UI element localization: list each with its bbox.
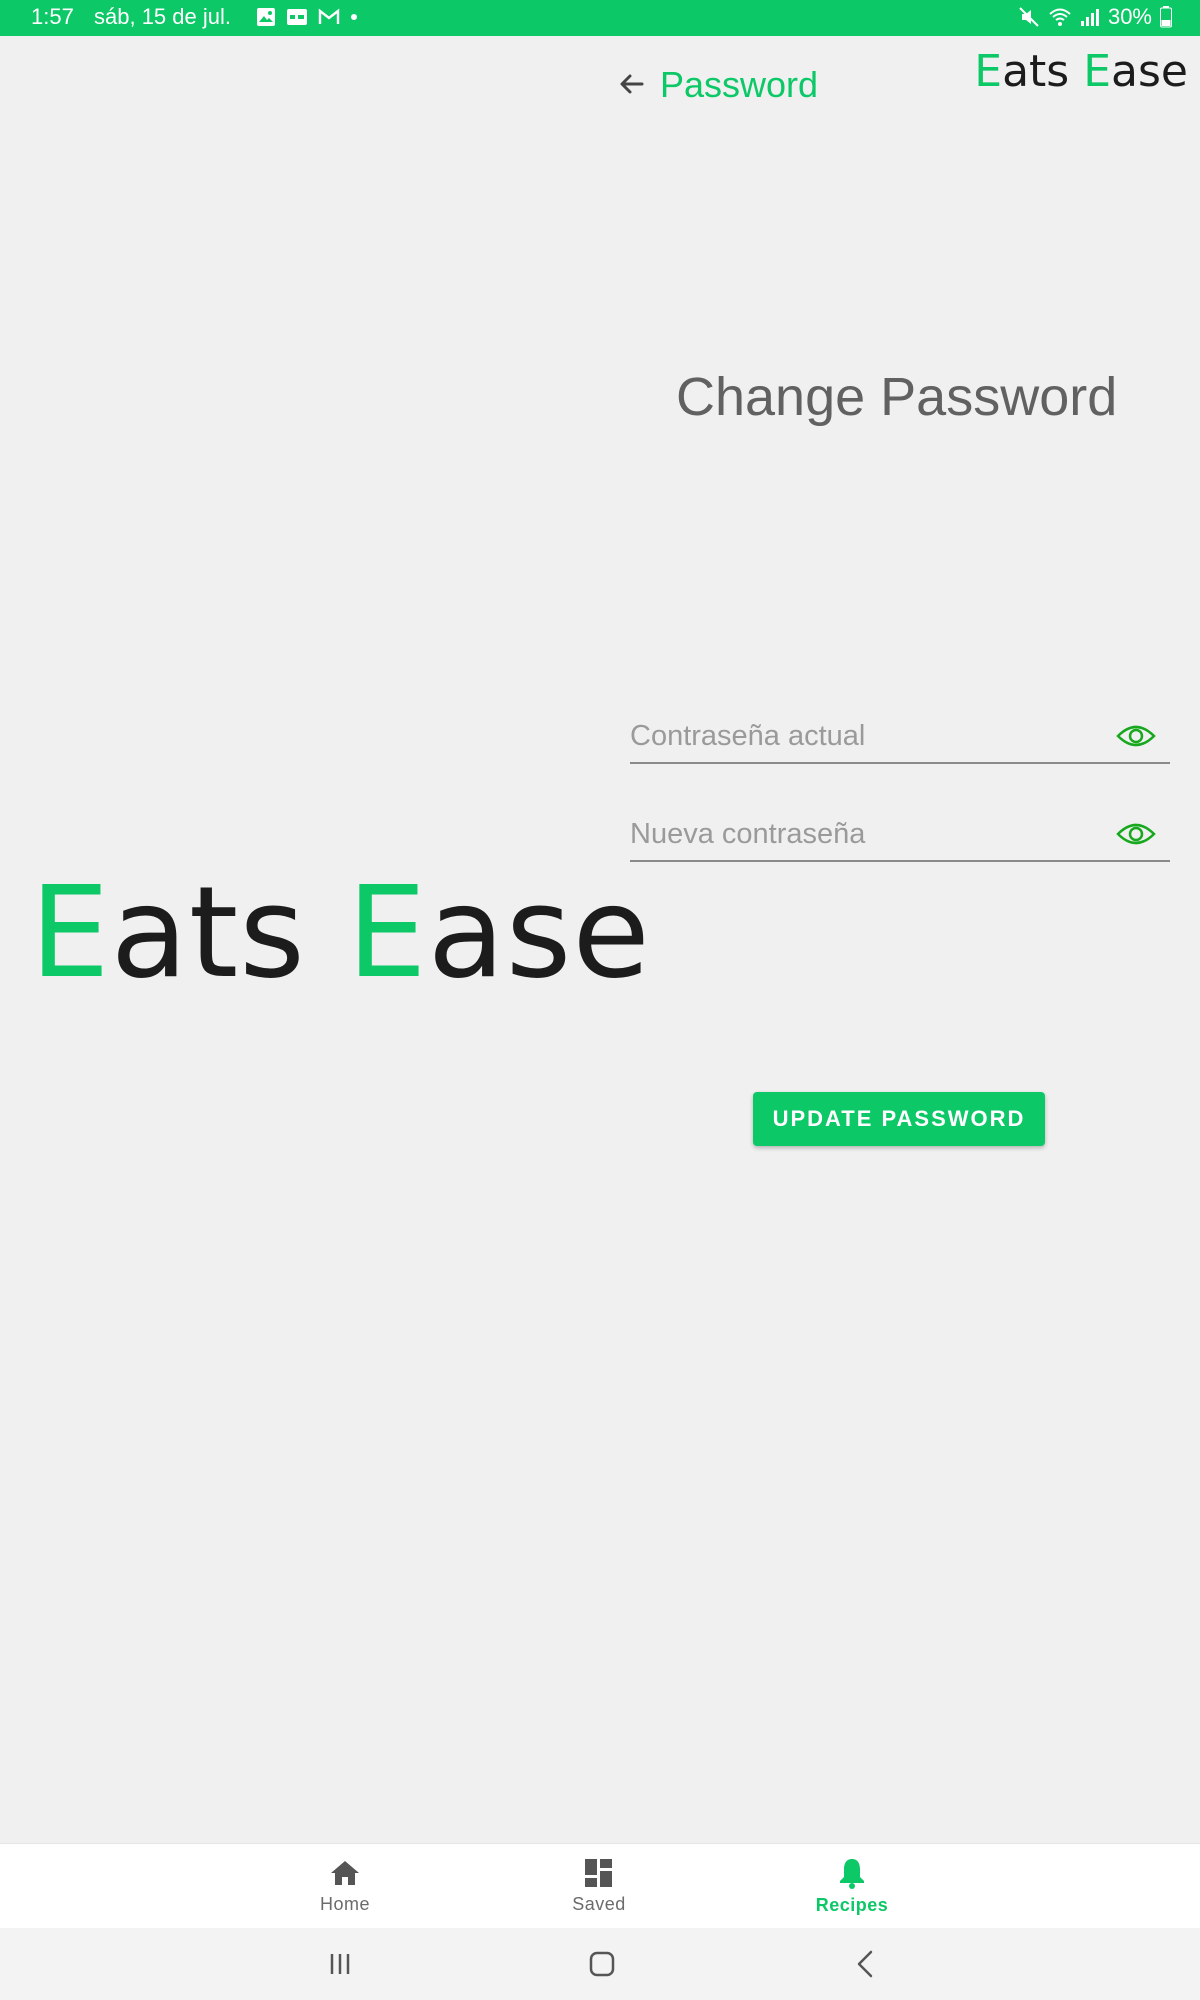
- new-password-input[interactable]: [630, 810, 1100, 858]
- new-password-field: [630, 810, 1170, 862]
- gmail-icon: [318, 8, 340, 24]
- status-date: sáb, 15 de jul.: [94, 4, 231, 29]
- home-icon: [331, 1861, 359, 1885]
- status-bar: 1:57 sáb, 15 de jul. 30%: [0, 0, 1200, 36]
- status-time: 1:57: [31, 4, 74, 29]
- mute-icon: [1019, 7, 1039, 27]
- side-logo-text-part2: ase: [427, 859, 651, 1006]
- header-logo: Eats Ease: [974, 50, 1188, 94]
- current-password-input[interactable]: [630, 712, 1100, 760]
- bottom-nav: Home Saved Recipes: [0, 1843, 1200, 1928]
- header-title: Password: [660, 64, 819, 105]
- page-heading: Change Password: [676, 367, 1118, 427]
- logo-letter-e2: E: [1083, 46, 1112, 97]
- hotel-icon: [287, 9, 307, 25]
- logo-letter-e1: E: [974, 46, 1003, 97]
- nav-label-recipes: Recipes: [815, 1895, 889, 1915]
- dot-icon: [351, 14, 357, 20]
- bell-icon: [840, 1859, 864, 1889]
- battery-icon: [1160, 6, 1172, 28]
- side-logo-letter-e1: E: [30, 859, 111, 1006]
- gallery-icon: [257, 8, 275, 26]
- eye-icon[interactable]: [1116, 818, 1156, 850]
- battery-percent: 30%: [1107, 4, 1152, 29]
- nav-item-home[interactable]: Home: [285, 1844, 405, 1929]
- side-logo: Eats Ease: [30, 870, 651, 996]
- nav-label-home: Home: [319, 1894, 370, 1914]
- nav-label-saved: Saved: [572, 1894, 626, 1914]
- status-right: 30%: [1018, 4, 1172, 30]
- dashboard-icon: [585, 1859, 612, 1887]
- update-password-button[interactable]: UPDATE PASSWORD: [753, 1092, 1045, 1146]
- wifi-icon: [1049, 8, 1071, 26]
- back-button-icon[interactable]: [846, 1946, 886, 1982]
- side-logo-letter-e2: E: [346, 859, 428, 1006]
- side-logo-text-part1: ats: [110, 859, 347, 1006]
- eye-icon[interactable]: [1116, 720, 1156, 752]
- recent-apps-icon[interactable]: [320, 1946, 360, 1982]
- back-arrow-icon[interactable]: [616, 68, 648, 100]
- home-button-icon[interactable]: [582, 1946, 622, 1982]
- logo-text-part1: ats: [1002, 46, 1084, 97]
- nav-item-recipes[interactable]: Recipes: [792, 1844, 912, 1929]
- signal-icon: [1080, 9, 1099, 26]
- notification-icons: [256, 7, 358, 27]
- nav-item-saved[interactable]: Saved: [539, 1844, 659, 1929]
- logo-text-part2: ase: [1111, 46, 1188, 97]
- system-nav-bar: [0, 1928, 1200, 2000]
- current-password-field: [630, 712, 1170, 764]
